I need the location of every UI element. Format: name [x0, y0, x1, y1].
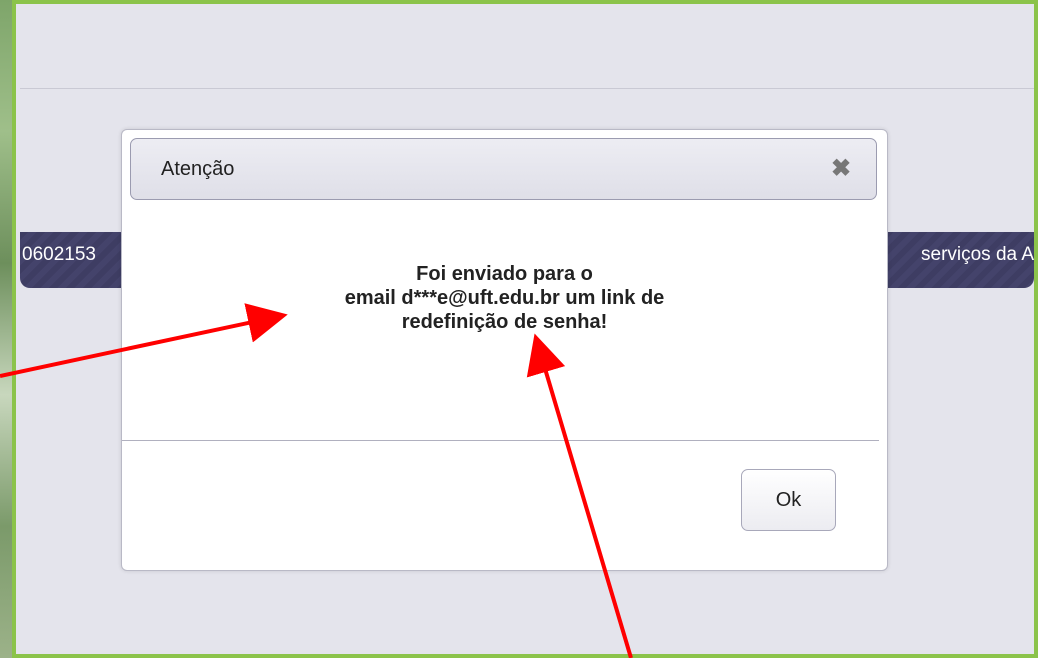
- close-icon[interactable]: ✖: [828, 155, 854, 182]
- message-line-3: redefinição de senha!: [401, 311, 608, 333]
- alert-dialog: Atenção ✖ Foi enviado para o email d***e…: [121, 129, 888, 571]
- dialog-message: Foi enviado para o email d***e@uft.edu.b…: [122, 262, 887, 334]
- navbar-right-text: serviços da A: [921, 244, 1034, 265]
- background-image-strip: [0, 0, 12, 658]
- dialog-header: Atenção ✖: [130, 138, 877, 200]
- dialog-divider: [122, 440, 879, 441]
- navbar-left-text: 0602153: [22, 244, 96, 265]
- top-header: [20, 8, 1034, 89]
- dialog-title: Atenção: [161, 158, 235, 180]
- ok-button[interactable]: Ok: [741, 469, 836, 531]
- message-line-2: email d***e@uft.edu.br um link de: [344, 287, 665, 309]
- message-line-1: Foi enviado para o: [416, 263, 593, 285]
